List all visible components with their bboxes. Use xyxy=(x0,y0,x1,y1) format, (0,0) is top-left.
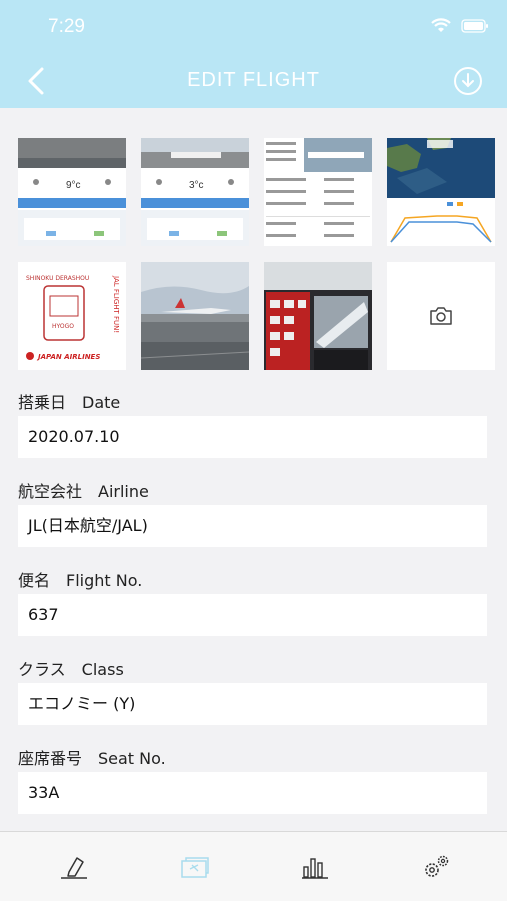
photo-weather-app-2[interactable]: 3°c xyxy=(141,138,249,246)
tab-ticket[interactable] xyxy=(178,850,212,884)
stamp-top-text: SHINOKU DERASHOU xyxy=(26,275,89,282)
class-label: クラス Class xyxy=(18,660,124,679)
battery-icon xyxy=(461,18,488,33)
stamp-mid-text: HYOGO xyxy=(52,323,74,330)
tab-bar xyxy=(0,831,507,901)
gears-icon xyxy=(425,855,449,877)
header-bar: 7:29 EDIT FLIGHT xyxy=(0,0,507,108)
weather-temp-2: 3°c xyxy=(189,180,204,191)
airline-field[interactable]: JL(日本航空/JAL) xyxy=(18,505,487,547)
stamp-logo-text: JAPAN AIRLINES xyxy=(36,353,100,361)
tab-edit[interactable] xyxy=(57,850,91,884)
photo-jal-stamp[interactable]: SHINOKU DERASHOU HYOGO JAL FLIGHT FUN! J… xyxy=(18,262,126,370)
weather-temp-1: 9°c xyxy=(66,180,81,191)
page-title: EDIT FLIGHT xyxy=(187,69,320,91)
download-icon[interactable] xyxy=(453,66,483,96)
status-time: 7:29 xyxy=(48,16,85,37)
flight-no-label: 便名 Flight No. xyxy=(18,571,143,590)
photo-flight-map[interactable] xyxy=(387,138,495,246)
photo-grid: 9°c 3°c SHINOKU DERASHOU HYOGO JAL FLIGH… xyxy=(18,138,495,370)
camera-icon xyxy=(430,307,452,325)
photo-cabin-seat[interactable] xyxy=(264,262,372,370)
airline-label: 航空会社 Airline xyxy=(18,482,149,501)
flight-no-field[interactable]: 637 xyxy=(18,594,487,636)
bar-chart-icon xyxy=(302,858,328,879)
tab-settings[interactable] xyxy=(420,850,454,884)
date-field[interactable]: 2020.07.10 xyxy=(18,416,487,458)
seat-no-label: 座席番号 Seat No. xyxy=(18,749,166,768)
stamp-side-text: JAL FLIGHT FUN! xyxy=(112,275,120,333)
tab-stats[interactable] xyxy=(298,850,332,884)
ticket-icon xyxy=(181,857,209,878)
pen-icon xyxy=(61,857,87,879)
class-field[interactable]: エコノミー (Y) xyxy=(18,683,487,725)
date-label: 搭乗日 Date xyxy=(18,393,121,412)
photo-flight-details[interactable] xyxy=(264,138,372,246)
add-photo-button[interactable] xyxy=(387,262,495,370)
photo-weather-app-1[interactable]: 9°c xyxy=(18,138,126,246)
photo-airport-apron[interactable] xyxy=(141,262,249,370)
status-icons xyxy=(431,18,489,33)
wifi-icon xyxy=(431,18,451,32)
seat-no-field[interactable]: 33A xyxy=(18,772,487,814)
